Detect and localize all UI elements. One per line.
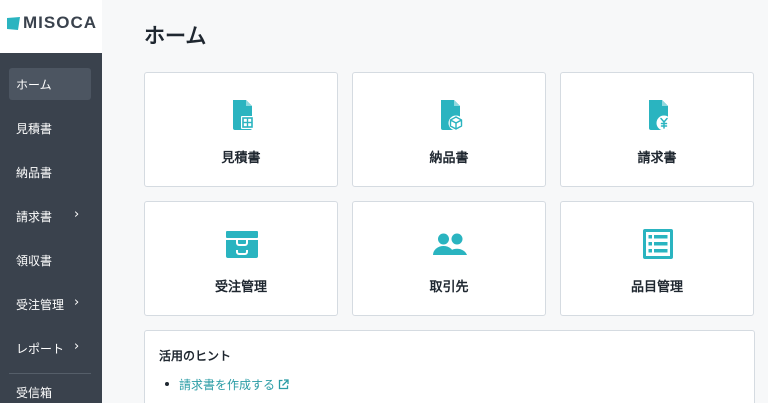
sidebar-item-reports[interactable]: レポート › [0,329,102,373]
item-list-icon [640,226,676,262]
hints-title: 活用のヒント [159,349,232,363]
chevron-right-icon: › [74,339,80,354]
hint-link-create-invoice[interactable]: 請求書を作成する [159,376,289,400]
card-label: 品目管理 [630,280,683,295]
external-link-icon [278,379,289,390]
sidebar-item-receipts[interactable]: 領収書 [0,241,102,285]
inbox-tray-icon [224,226,260,262]
logo-mark-icon [7,17,20,30]
sidebar-item-label: 領収書 [16,254,53,268]
page-title: ホーム [144,24,207,48]
sidebar-item-order-management[interactable]: 受注管理 › [0,285,102,329]
card-invoices[interactable]: 請求書 [560,72,754,187]
logo-text: MISOCA [23,13,97,32]
sidebar-item-delivery-notes[interactable]: 納品書 [0,153,102,197]
chevron-right-icon: › [74,207,80,222]
sidebar-item-inbox[interactable]: 受信箱 [0,373,102,403]
sidebar-item-label: レポート [16,342,65,356]
sidebar-item-label: 受信箱 [16,386,53,400]
sidebar-item-label: 請求書 [16,210,53,224]
hints-list: 請求書を作成する [159,376,289,400]
estimate-document-icon [224,97,260,133]
logo[interactable]: MISOCA [0,0,102,53]
sidebar-item-estimates[interactable]: 見積書 [0,109,102,153]
card-estimates[interactable]: 見積書 [144,72,338,187]
card-label: 納品書 [429,151,469,166]
card-order-management[interactable]: 受注管理 [144,201,338,316]
people-icon [432,226,468,262]
card-label: 受注管理 [214,280,267,295]
card-item-management[interactable]: 品目管理 [560,201,754,316]
sidebar-item-label: 納品書 [16,166,53,180]
sidebar-item-home[interactable]: ホーム [0,65,102,109]
card-label: 請求書 [637,151,677,166]
card-clients[interactable]: 取引先 [352,201,546,316]
sidebar-item-label: 受注管理 [16,298,65,312]
card-label: 見積書 [221,151,261,166]
hints-panel: 活用のヒント 請求書を作成する [144,330,755,403]
sidebar-item-label: ホーム [16,78,52,92]
invoice-document-icon [640,97,676,133]
chevron-right-icon: › [74,295,80,310]
card-label: 取引先 [429,280,469,295]
bullet [165,382,169,386]
sidebar-nav: ホーム 見積書 納品書 請求書 › 領収書 受注管理 › レポート › 受信箱 [0,65,102,403]
delivery-document-icon [432,97,468,133]
sidebar-item-label: 見積書 [16,122,53,136]
sidebar: MISOCA ホーム 見積書 納品書 請求書 › 領収書 受注管理 › レポート… [0,0,102,403]
hint-link-label: 請求書を作成する [179,378,276,392]
card-delivery-notes[interactable]: 納品書 [352,72,546,187]
sidebar-item-invoices[interactable]: 請求書 › [0,197,102,241]
